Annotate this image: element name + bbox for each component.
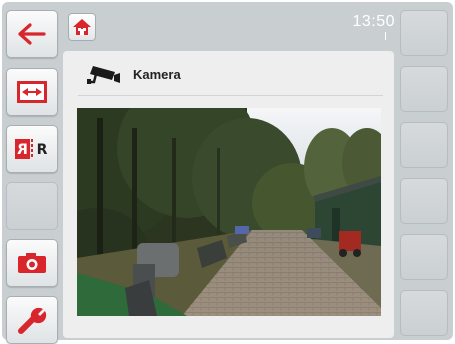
clock: 13:50 <box>352 13 395 30</box>
panel-header: Kamera <box>87 62 181 86</box>
r-glyph: R <box>37 142 48 158</box>
arrow-left-icon <box>18 23 46 45</box>
right-softkey-5 <box>400 234 448 280</box>
snapshot-button[interactable] <box>6 239 58 287</box>
back-button[interactable] <box>6 10 58 58</box>
right-softkey-1 <box>400 10 448 56</box>
clock-indicator <box>385 32 386 40</box>
home-icon <box>73 19 91 35</box>
camera-icon <box>18 253 46 273</box>
fit-screen-icon <box>17 81 47 103</box>
panel-title: Kamera <box>133 66 181 82</box>
camera-feed <box>77 108 381 316</box>
mirror-r-icon: R R <box>15 139 48 159</box>
mirrored-r-glyph: R <box>17 142 28 158</box>
panel-divider <box>78 95 383 96</box>
home-button[interactable] <box>68 13 96 41</box>
right-softkey-4 <box>400 178 448 224</box>
settings-button[interactable] <box>6 296 58 344</box>
mirror-button[interactable]: R R <box>6 125 58 173</box>
right-softkey-2 <box>400 66 448 112</box>
fit-screen-button[interactable] <box>6 68 58 116</box>
camera-image <box>77 108 381 316</box>
wrench-icon <box>18 307 47 334</box>
right-softkey-6 <box>400 290 448 336</box>
right-softkey-3 <box>400 122 448 168</box>
empty-softkey <box>6 182 58 230</box>
surveillance-camera-icon <box>87 66 120 84</box>
